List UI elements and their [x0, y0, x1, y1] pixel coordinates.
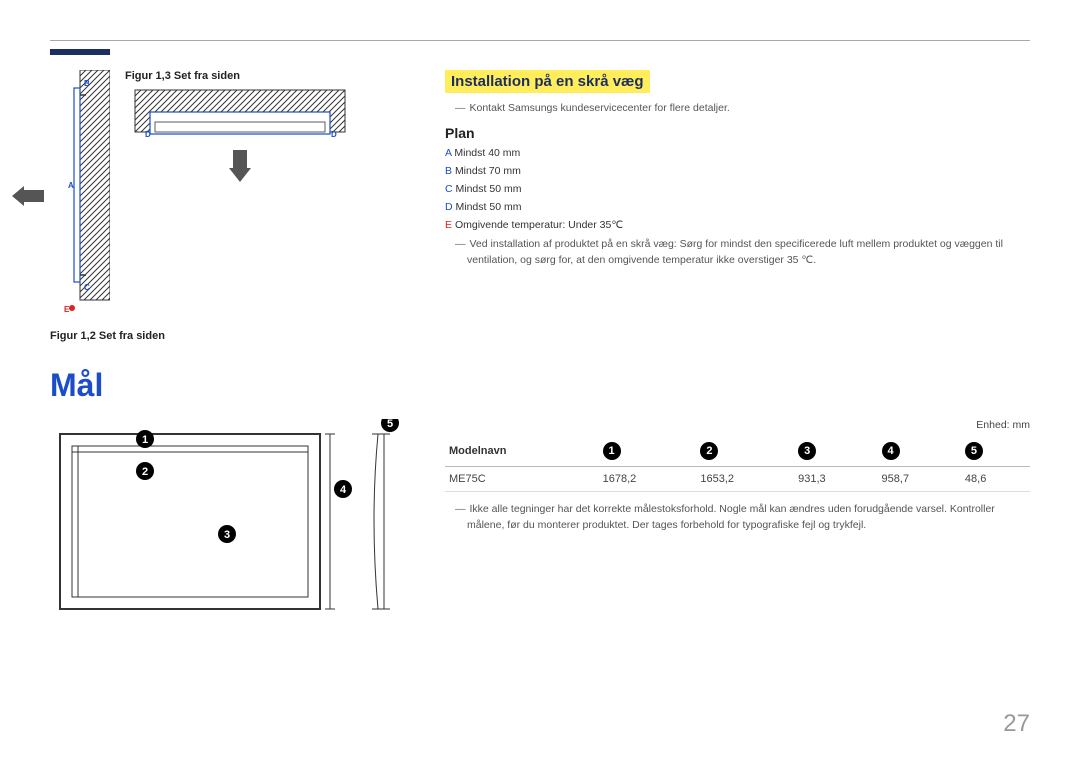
figure-12-caption: Figur 1,2 Set fra siden — [50, 330, 420, 342]
col-1: 1 — [599, 436, 697, 467]
plan-row-e: E Omgivende temperatur: Under 35℃ — [445, 219, 1030, 231]
dimensions-table: Modelnavn 1 2 3 4 5 ME75C 1678,2 1653,2 … — [445, 436, 1030, 492]
svg-text:3: 3 — [224, 529, 230, 541]
svg-text:1: 1 — [142, 434, 148, 446]
plan-row-d: D Mindst 50 mm — [445, 201, 1030, 213]
col-2: 2 — [696, 436, 794, 467]
table-row: ME75C 1678,2 1653,2 931,3 958,7 48,6 — [445, 467, 1030, 492]
svg-text:A: A — [68, 181, 74, 190]
install-title: Installation på en skrå væg — [445, 70, 650, 93]
svg-text:4: 4 — [340, 484, 347, 496]
svg-text:E: E — [64, 305, 70, 314]
svg-text:D: D — [145, 130, 151, 139]
col-3: 3 — [794, 436, 877, 467]
arrow-left-icon — [10, 180, 50, 210]
col-model: Modelnavn — [445, 436, 599, 467]
col-5: 5 — [961, 436, 1030, 467]
col-4: 4 — [878, 436, 961, 467]
svg-text:2: 2 — [142, 466, 148, 478]
mal-heading: Mål — [50, 367, 1030, 404]
plan-install-note: Ved installation af produktet på en skrå… — [445, 237, 1030, 269]
svg-text:5: 5 — [387, 419, 393, 430]
figure-side-view: B A C E — [50, 70, 110, 320]
svg-text:D: D — [331, 130, 337, 139]
plan-row-b: B Mindst 70 mm — [445, 165, 1030, 177]
figure-top-view: D D — [125, 82, 355, 192]
install-note: Kontakt Samsungs kundeservicecenter for … — [445, 101, 1030, 117]
svg-text:B: B — [84, 79, 90, 88]
figure-13-caption: Figur 1,3 Set fra siden — [125, 70, 420, 82]
mal-note: Ikke alle tegninger har det korrekte mål… — [445, 502, 1030, 534]
plan-row-a: A Mindst 40 mm — [445, 147, 1030, 159]
plan-row-c: C Mindst 50 mm — [445, 183, 1030, 195]
dimension-diagram: 1 2 3 4 5 — [50, 419, 420, 629]
svg-text:C: C — [84, 283, 90, 292]
page-number: 27 — [1003, 710, 1030, 738]
unit-label: Enhed: mm — [445, 419, 1030, 431]
plan-title: Plan — [445, 125, 1030, 141]
